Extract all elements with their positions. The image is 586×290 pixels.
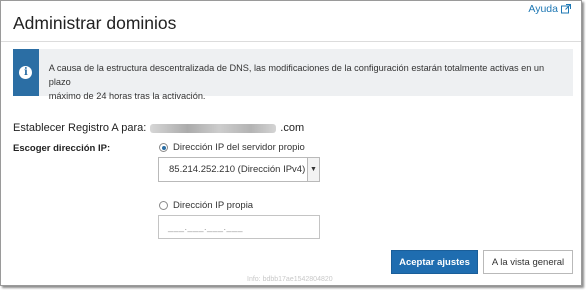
record-suffix: .com bbox=[280, 122, 305, 134]
radio-server-ip[interactable]: Dirección IP del servidor propio bbox=[159, 142, 305, 153]
record-heading: Establecer Registro A para: .com bbox=[13, 122, 304, 134]
radio-server-ip-button[interactable] bbox=[159, 143, 168, 152]
record-prefix: Establecer Registro A para: bbox=[13, 122, 147, 134]
page-title: Administrar dominios bbox=[13, 13, 177, 33]
info-icon: i bbox=[19, 66, 33, 79]
notice-bar: i bbox=[13, 49, 39, 96]
own-ip-input[interactable]: ___.___.___.___ bbox=[158, 215, 320, 239]
radio-server-ip-label: Dirección IP del servidor propio bbox=[173, 142, 305, 153]
help-label: Ayuda bbox=[528, 3, 558, 15]
chevron-down-icon[interactable]: ▼ bbox=[307, 158, 319, 181]
redacted-domain bbox=[150, 123, 277, 133]
info-footer: Info: bdbb17ae1542804820 bbox=[247, 276, 333, 283]
server-ip-value: 85.214.252.210 (Dirección IPv4) bbox=[169, 164, 306, 175]
notice-line-1: A causa de la estructura descentralizada… bbox=[48, 63, 545, 87]
radio-own-ip-button[interactable] bbox=[159, 201, 168, 210]
server-ip-select[interactable]: 85.214.252.210 (Dirección IPv4) ▼ bbox=[158, 157, 320, 182]
external-link-icon bbox=[561, 4, 571, 14]
help-link[interactable]: Ayuda bbox=[528, 3, 571, 15]
notice-text: A causa de la estructura descentralizada… bbox=[39, 49, 573, 101]
dialog-frame: Ayuda Administrar dominios i A causa de … bbox=[0, 0, 582, 286]
title-divider bbox=[1, 41, 581, 42]
choose-ip-label: Escoger dirección IP: bbox=[13, 143, 111, 154]
own-ip-placeholder: ___.___.___.___ bbox=[168, 222, 244, 232]
accept-settings-button[interactable]: Aceptar ajustes bbox=[391, 250, 478, 274]
info-notice: i A causa de la estructura descentraliza… bbox=[13, 49, 573, 101]
notice-line-2: máximo de 24 horas tras la activación. bbox=[48, 91, 206, 101]
radio-own-ip-label: Dirección IP propia bbox=[173, 200, 254, 211]
radio-own-ip[interactable]: Dirección IP propia bbox=[159, 200, 253, 211]
overview-button[interactable]: A la vista general bbox=[483, 250, 573, 274]
